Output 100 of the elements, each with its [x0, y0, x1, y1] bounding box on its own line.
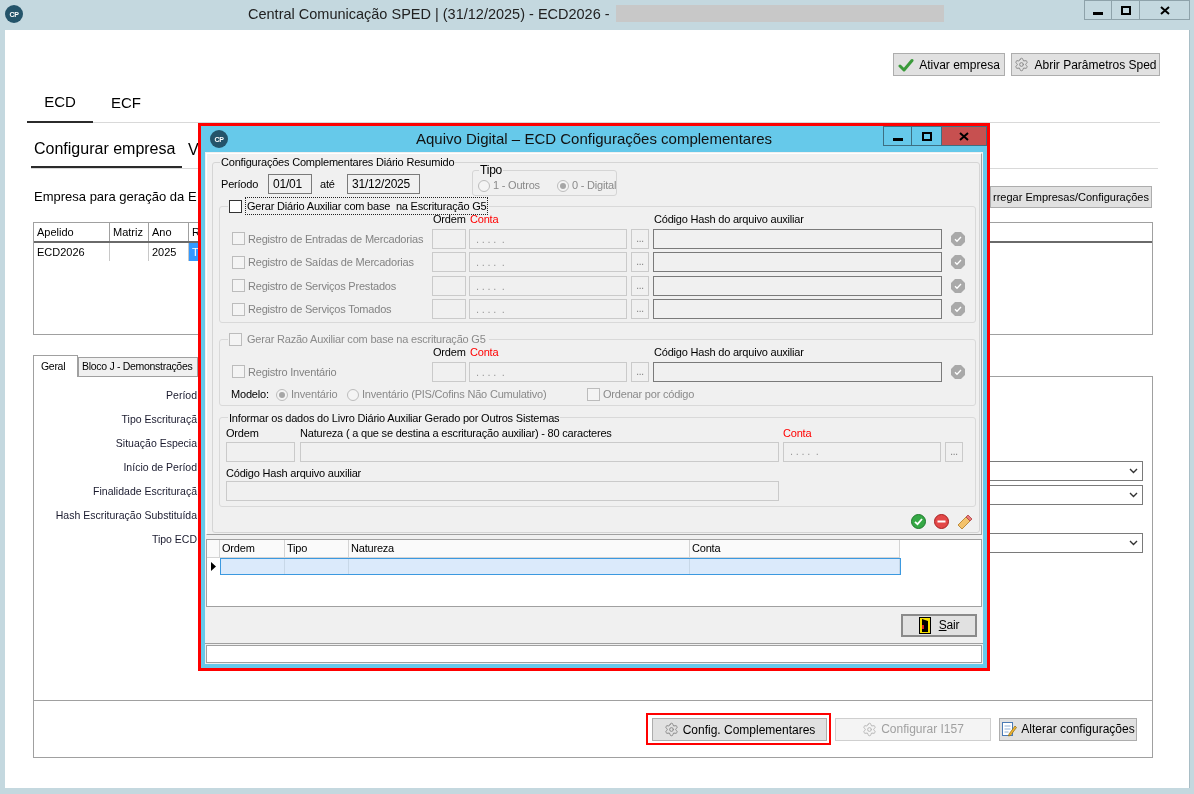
- minimize-button[interactable]: [1084, 0, 1112, 20]
- minimize-button[interactable]: [883, 126, 912, 146]
- field-label: Natureza ( a que se destina a escrituração auxiliar) - 80 caracteres: [300, 426, 613, 442]
- hash-field[interactable]: [653, 361, 942, 382]
- eraser-icon[interactable]: [957, 513, 973, 530]
- order-field[interactable]: [226, 441, 295, 462]
- check-octagon-icon: [951, 278, 965, 293]
- column-label: Conta: [470, 214, 500, 225]
- order-field[interactable]: [432, 252, 466, 273]
- table-cell: ECD2026: [34, 243, 110, 261]
- hash-field[interactable]: [653, 252, 942, 273]
- maximize-icon: [1120, 5, 1131, 15]
- field-label: Situação Especia: [114, 436, 197, 452]
- group-title: Informar os dados do Livro Diário Auxiliar Gerado por Outros Sistemas: [229, 410, 560, 425]
- check-circle-icon[interactable]: [911, 514, 926, 529]
- minus-circle-icon[interactable]: [934, 514, 949, 529]
- column-header[interactable]: Matriz: [110, 223, 149, 241]
- model-label: Modelo:: [231, 387, 270, 403]
- group-title: Configurações Complementares Diário Resumido: [221, 155, 455, 169]
- tab[interactable]: V: [187, 137, 198, 168]
- gear-icon: [862, 721, 878, 737]
- check-octagon-icon: [951, 364, 965, 379]
- door-icon: [918, 616, 931, 634]
- checkbox-label: Registro de Serviços Tomados: [248, 302, 393, 317]
- column-label: Ordem: [433, 347, 467, 358]
- tab[interactable]: Geral: [33, 355, 78, 377]
- order-field[interactable]: [432, 361, 466, 382]
- tab[interactable]: Configurar empresa: [31, 137, 182, 168]
- field-label: Tipo Escrituraçã: [120, 412, 197, 428]
- column-label: Código Hash do arquivo auxiliar: [654, 214, 804, 225]
- gear-icon: [663, 722, 679, 737]
- field-label: Conta: [783, 426, 812, 442]
- maximize-icon: [921, 131, 932, 141]
- dropdown[interactable]: [989, 532, 1143, 553]
- tab[interactable]: Bloco J - Demonstrações: [78, 357, 198, 376]
- action-button[interactable]: Alterar configurações: [999, 717, 1137, 741]
- period-end-field[interactable]: 31/12/2025: [347, 174, 420, 194]
- group-title: Tipo: [480, 163, 503, 177]
- checkbox-label: Registro de Saídas de Mercadorias: [248, 255, 415, 270]
- minimize-icon: [892, 137, 903, 141]
- order-field[interactable]: [432, 275, 466, 296]
- dialog-title: Aquivo Digital – ECD Configurações complementares: [416, 130, 772, 148]
- browse-button[interactable]: ...: [945, 441, 963, 462]
- load-button[interactable]: rregar Empresas/Configurações: [990, 186, 1152, 208]
- window-title: Central Comunicação SPED | (31/12/2025) - ECD2026 -: [248, 5, 610, 23]
- until-label: até: [320, 176, 336, 192]
- field-label: Finalidade Escrituraçã: [92, 484, 197, 500]
- chevron-down-icon: [1129, 491, 1138, 498]
- column-header[interactable]: Ordem: [220, 540, 285, 558]
- close-icon: [1159, 5, 1170, 15]
- check-icon: [898, 57, 915, 72]
- column-label: Conta: [470, 347, 500, 358]
- toolbar-button[interactable]: Abrir Parâmetros Sped: [1011, 53, 1160, 76]
- hash-field[interactable]: [653, 228, 942, 249]
- grid-row[interactable]: [220, 558, 901, 575]
- field-label: Ordem: [226, 426, 260, 442]
- field-label: Início de Períod: [122, 460, 197, 476]
- field-label: Tipo ECD: [150, 532, 197, 548]
- dropdown[interactable]: [989, 484, 1143, 505]
- edit-document-icon: [1001, 721, 1018, 737]
- minimize-icon: [1093, 11, 1103, 15]
- column-header[interactable]: Apelido: [34, 223, 110, 241]
- toolbar-button[interactable]: Ativar empresa: [893, 53, 1005, 76]
- chevron-down-icon: [1129, 539, 1138, 546]
- maximize-button[interactable]: [1112, 0, 1140, 20]
- tab[interactable]: ECD: [27, 92, 93, 123]
- column-label: Código Hash do arquivo auxiliar: [654, 347, 804, 358]
- hash-field[interactable]: [226, 480, 779, 501]
- column-header[interactable]: Tipo: [285, 540, 349, 558]
- field-label: Hash Escrituração Substituída: [54, 508, 197, 524]
- order-field[interactable]: [432, 228, 466, 249]
- hash-field[interactable]: [653, 299, 942, 320]
- radio-label: 1 - Outros: [493, 178, 540, 194]
- column-label: Ordem: [433, 214, 467, 225]
- tab[interactable]: ECF: [93, 92, 159, 123]
- exit-button[interactable]: Sair: [901, 613, 977, 637]
- radio-label: 0 - Digital: [572, 178, 617, 194]
- check-octagon-icon: [951, 231, 965, 246]
- dropdown[interactable]: [989, 460, 1143, 481]
- field-label: Períod: [165, 388, 197, 404]
- checkbox-label: Registro de Entradas de Mercadorias: [248, 231, 425, 247]
- close-button[interactable]: [1140, 0, 1190, 20]
- field-label: Código Hash arquivo auxiliar: [226, 466, 362, 482]
- column-header[interactable]: Natureza: [349, 540, 690, 558]
- column-header[interactable]: Conta: [690, 540, 900, 558]
- radio-label: Inventário: [291, 387, 338, 403]
- checkbox-label: Gerar Razão Auxiliar com base na escrituração G5: [246, 331, 487, 347]
- action-button[interactable]: Config. Complementares: [652, 718, 827, 741]
- order-field[interactable]: [432, 299, 466, 320]
- period-start-field[interactable]: 01/01: [268, 174, 312, 194]
- checkbox[interactable]: [229, 199, 242, 213]
- check-octagon-icon: [951, 255, 965, 270]
- nature-field[interactable]: [300, 441, 779, 462]
- check-octagon-icon: [951, 302, 965, 317]
- close-icon: [959, 131, 969, 141]
- period-label: Período: [221, 176, 260, 192]
- column-header[interactable]: Ano: [149, 223, 189, 241]
- hash-field[interactable]: [653, 275, 942, 296]
- chevron-down-icon: [1129, 467, 1138, 474]
- company-prompt: Empresa para geração da E: [34, 188, 197, 207]
